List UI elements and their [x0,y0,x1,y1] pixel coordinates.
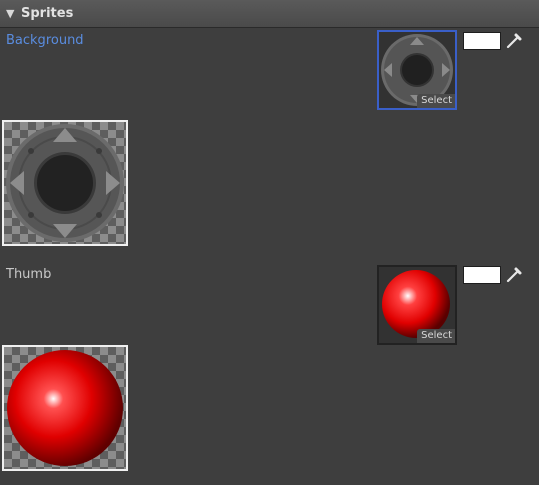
thumb-sprite-field[interactable]: Select [377,265,457,345]
thumb-tint-color-field[interactable] [463,266,501,284]
sprites-section-header[interactable]: ▼ Sprites [0,0,539,28]
background-tint-color-field[interactable] [463,32,501,50]
thumb-label: Thumb [6,267,52,282]
background-label: Background [6,33,84,48]
eyedropper-icon[interactable] [504,31,524,51]
triangle-down-icon[interactable]: ▼ [6,7,14,20]
thumb-sprite-image [7,350,123,466]
background-select-button[interactable]: Select [417,94,455,108]
background-sprite-field[interactable]: Select [377,30,457,110]
section-title: Sprites [21,6,74,21]
eyedropper-icon[interactable] [504,265,524,285]
background-sprite-preview [2,120,128,246]
thumb-select-button[interactable]: Select [417,329,455,343]
background-sprite-image [6,124,124,242]
thumb-sprite-preview [2,345,128,471]
